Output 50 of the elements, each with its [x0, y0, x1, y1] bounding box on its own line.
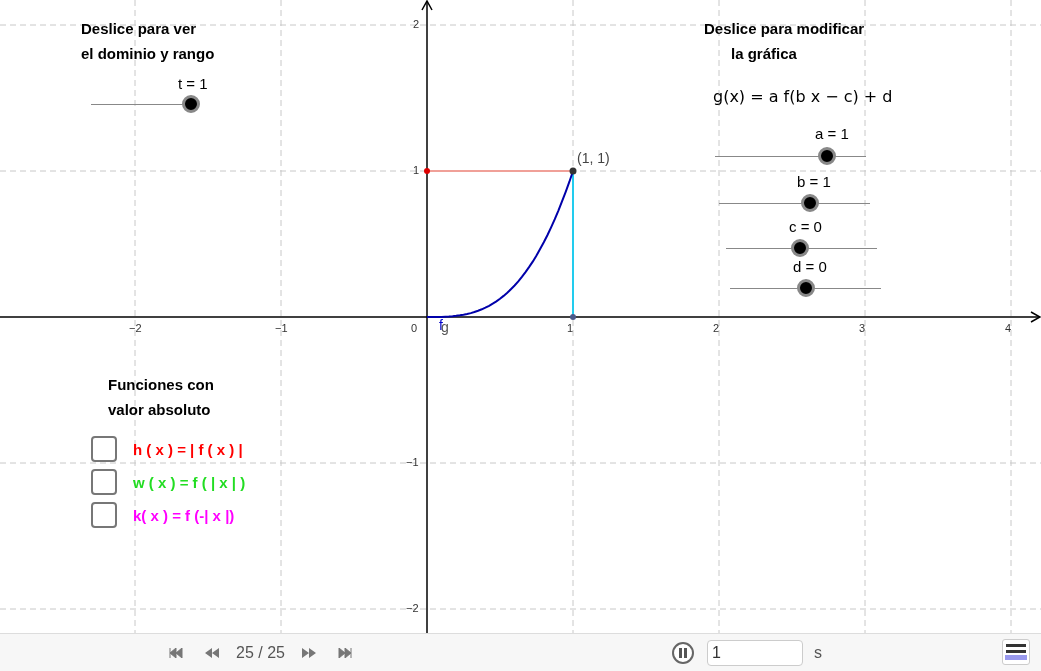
slider-thumb[interactable] [796, 279, 815, 297]
y-tick-label: −1 [406, 456, 419, 468]
slider-label: c = 0 [789, 218, 822, 235]
fast-forward-icon [300, 647, 317, 658]
y-tick-label: 2 [413, 18, 420, 30]
rewind-icon [204, 647, 220, 658]
x-tick-label: 0 [411, 322, 418, 334]
checkbox-label: w ( x ) = f ( | x | ) [133, 473, 246, 491]
checkbox-label: k( x ) = f (-| x |) [133, 506, 235, 524]
slider-thumb[interactable] [800, 194, 819, 212]
slider-thumb[interactable] [791, 239, 809, 257]
algebra-view-button[interactable] [1002, 639, 1030, 665]
panel-title: valor absoluto [108, 400, 211, 420]
speed-unit: s [813, 643, 822, 662]
slider-thumb[interactable] [817, 147, 836, 165]
panel-title: Funciones con [108, 375, 214, 395]
table-icon [1005, 643, 1027, 661]
pause-button[interactable] [671, 641, 694, 664]
checkbox[interactable] [91, 469, 117, 495]
x-tick-label: 3 [859, 322, 866, 334]
speed-input-field[interactable]: 1 [706, 639, 803, 666]
slider-label: d = 0 [793, 258, 827, 275]
x-tick-label: 2 [713, 322, 720, 334]
formula: g(x) = a f(b x − c) + d [713, 87, 893, 106]
axis-point [570, 314, 576, 320]
x-tick-label: −1 [275, 322, 288, 334]
panel-title: Deslice para modificar [704, 19, 865, 39]
curve-label: f [439, 317, 443, 333]
curve-point [569, 167, 577, 175]
checkbox-label: h ( x ) = | f ( x ) | [133, 440, 243, 458]
x-tick-label: 4 [1005, 322, 1012, 334]
point-label: (1, 1) [577, 150, 610, 166]
skip-back-icon [169, 647, 183, 658]
range-point [424, 168, 430, 174]
slider-label: b = 1 [797, 173, 831, 190]
panel-title: la gráfica [731, 44, 797, 64]
y-tick-label: −2 [406, 602, 419, 614]
x-tick-label: 1 [567, 322, 574, 334]
checkbox[interactable] [91, 436, 117, 462]
panel-title: Deslice para ver [81, 19, 197, 39]
pause-icon [677, 647, 688, 658]
panel-title: el dominio y rango [81, 44, 215, 64]
frame-counter: 25 / 25 [236, 643, 285, 662]
y-tick-label: 1 [413, 164, 420, 176]
checkbox[interactable] [91, 502, 117, 528]
x-tick-label: −2 [129, 322, 142, 334]
skip-forward-icon [337, 647, 352, 658]
slider-label: a = 1 [815, 125, 849, 142]
slider-label: t = 1 [178, 75, 208, 92]
slider-thumb[interactable] [182, 95, 200, 113]
